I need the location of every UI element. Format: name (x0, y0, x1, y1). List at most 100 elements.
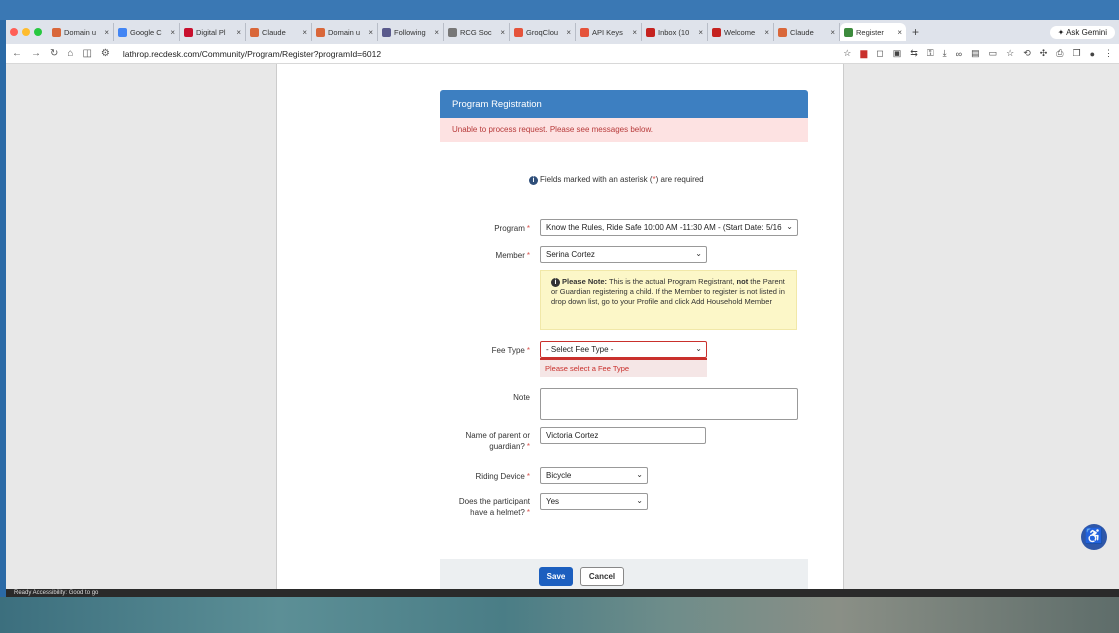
helmet-select[interactable]: Yes ⌄ (540, 493, 648, 510)
toolbar-icons: ☆ ▆ ◻ ▣ ⇆ ⚿ ⤓ ∞ ▤ ▭ ☆ ⟲ ✣ ⎙ ❐ ● ⋮ (843, 48, 1113, 59)
g-icon (580, 27, 589, 37)
chevron-down-icon: ⌄ (636, 470, 643, 479)
close-tab-icon[interactable]: × (434, 28, 439, 37)
copy-icon[interactable]: ❐ (1072, 48, 1080, 59)
close-tab-icon[interactable]: × (500, 28, 505, 37)
close-tab-icon[interactable]: × (632, 28, 637, 37)
required-star: * (526, 224, 530, 233)
close-tab-icon[interactable]: × (236, 28, 241, 37)
forward-icon[interactable]: → (31, 48, 41, 59)
member-notice: i Please Note: This is the actual Program… (540, 270, 797, 330)
close-window-button[interactable] (10, 28, 18, 36)
close-tab-icon[interactable]: × (368, 28, 373, 37)
member-select[interactable]: Serina Cortez ⌄ (540, 246, 707, 263)
cancel-button[interactable]: Cancel (580, 567, 624, 586)
g-icon (514, 27, 523, 37)
card-icon[interactable]: ▭ (989, 48, 998, 59)
required-star: * (526, 346, 530, 355)
close-tab-icon[interactable]: × (104, 28, 109, 37)
required-star: * (526, 472, 530, 481)
link-icon[interactable]: ∞ (956, 49, 962, 59)
browser-tab[interactable]: RCG Soc × (444, 23, 510, 41)
browser-tab[interactable]: Inbox (10 × (642, 23, 708, 41)
tab-title: Digital Pl (196, 27, 226, 37)
browser-tab[interactable]: Welcome × (708, 23, 774, 41)
chevron-down-icon: ⌄ (636, 496, 643, 505)
menu-icon[interactable]: ⋮ (1104, 48, 1113, 59)
bookmark-star-icon[interactable]: ☆ (843, 48, 851, 59)
flag-extension-icon[interactable]: ▆ (860, 48, 867, 59)
download-icon[interactable]: ⤓ (943, 48, 947, 59)
reader-icon[interactable]: ▤ (971, 48, 980, 59)
required-note-text-end: ) are required (655, 175, 704, 184)
close-tab-icon[interactable]: × (830, 28, 835, 37)
browser-tab[interactable]: Domain u × (312, 23, 378, 41)
status-bar: Ready Accessibility: Good to go (6, 589, 1119, 597)
save-button[interactable]: Save (539, 567, 573, 586)
browser-tab[interactable]: Claude × (774, 23, 840, 41)
globe-icon (448, 27, 457, 37)
reload-icon[interactable]: ↻ (50, 48, 58, 59)
accessibility-icon[interactable]: ♿ (1081, 524, 1107, 550)
ask-gemini-button[interactable]: ✦ Ask Gemini (1049, 25, 1115, 39)
tab-title: Google C (130, 27, 162, 37)
url-field[interactable]: lathrop.recdesk.com/Community/Program/Re… (123, 49, 843, 59)
close-tab-icon[interactable]: × (302, 28, 307, 37)
asterisk-icon (316, 27, 325, 37)
riding-device-label: Riding Device * (440, 471, 530, 482)
close-tab-icon[interactable]: × (566, 28, 571, 37)
translate-icon[interactable]: ⇆ (910, 48, 918, 59)
note-textarea[interactable] (540, 388, 798, 420)
browser-tab[interactable]: Following × (378, 23, 444, 41)
print-icon[interactable]: ⎙ (1056, 48, 1063, 59)
browser-tab[interactable]: Digital Pl × (180, 23, 246, 41)
asterisk-icon (250, 27, 259, 37)
program-select-value: Know the Rules, Ride Safe 10:00 AM -11:3… (546, 223, 782, 232)
gmail-icon (712, 27, 721, 37)
page-viewport: Program Registration Unable to process r… (6, 64, 1119, 589)
program-select[interactable]: Know the Rules, Ride Safe 10:00 AM -11:3… (540, 219, 798, 236)
screenshot-icon[interactable]: ▣ (893, 48, 902, 59)
home-icon[interactable]: ⌂ (67, 48, 73, 59)
program-label: Program * (440, 223, 530, 234)
close-tab-icon[interactable]: × (170, 28, 175, 37)
browser-tab[interactable]: API Keys × (576, 23, 642, 41)
fee-type-select[interactable]: - Select Fee Type - ⌄ (540, 341, 707, 358)
site-info-icon[interactable]: ⚙ (101, 48, 110, 59)
puzzle-icon[interactable]: ✣ (1040, 48, 1048, 59)
guardian-label: Name of parent or guardian? * (440, 430, 530, 452)
key-icon[interactable]: ⚿ (927, 48, 934, 59)
riding-device-select[interactable]: Bicycle ⌄ (540, 467, 648, 484)
fee-type-label-text: Fee Type (491, 346, 525, 355)
riding-device-label-text: Riding Device (475, 472, 525, 481)
sparkle-icon (118, 27, 127, 37)
new-tab-button[interactable]: + (912, 25, 919, 39)
tab-title: API Keys (592, 27, 623, 37)
chevron-down-icon: ⌄ (695, 249, 702, 258)
close-tab-icon[interactable]: × (698, 28, 703, 37)
panel-header: Program Registration (440, 90, 808, 118)
browser-tab[interactable]: Google C × (114, 23, 180, 41)
program-label-text: Program (494, 224, 525, 233)
browser-window: Domain u × Google C × Digital Pl × Claude × Doma… (6, 20, 1119, 589)
chevron-down-icon: ⌄ (695, 344, 702, 353)
browser-tab[interactable]: Domain u × (48, 23, 114, 41)
guardian-input[interactable]: Victoria Cortez (540, 427, 706, 444)
history-icon[interactable]: ⟲ (1023, 48, 1031, 59)
bookmarks-icon[interactable]: ☆ (1006, 48, 1014, 59)
profile-avatar[interactable]: ● (1090, 49, 1095, 59)
back-icon[interactable]: ← (12, 48, 22, 59)
close-tab-icon[interactable]: × (764, 28, 769, 37)
minimize-window-button[interactable] (22, 28, 30, 36)
page-content: Program Registration Unable to process r… (276, 64, 844, 589)
sidebar-icon[interactable]: ◫ (82, 48, 91, 59)
maximize-window-button[interactable] (34, 28, 42, 36)
browser-tab[interactable]: Register × (840, 23, 906, 41)
helmet-label: Does the participant have a helmet? * (440, 496, 530, 518)
close-tab-icon[interactable]: × (897, 28, 902, 37)
extension-icon[interactable]: ◻ (876, 48, 883, 59)
browser-tab[interactable]: GroqClou × (510, 23, 576, 41)
error-alert: Unable to process request. Please see me… (440, 118, 808, 142)
browser-tab[interactable]: Claude × (246, 23, 312, 41)
circle-icon (184, 27, 193, 37)
